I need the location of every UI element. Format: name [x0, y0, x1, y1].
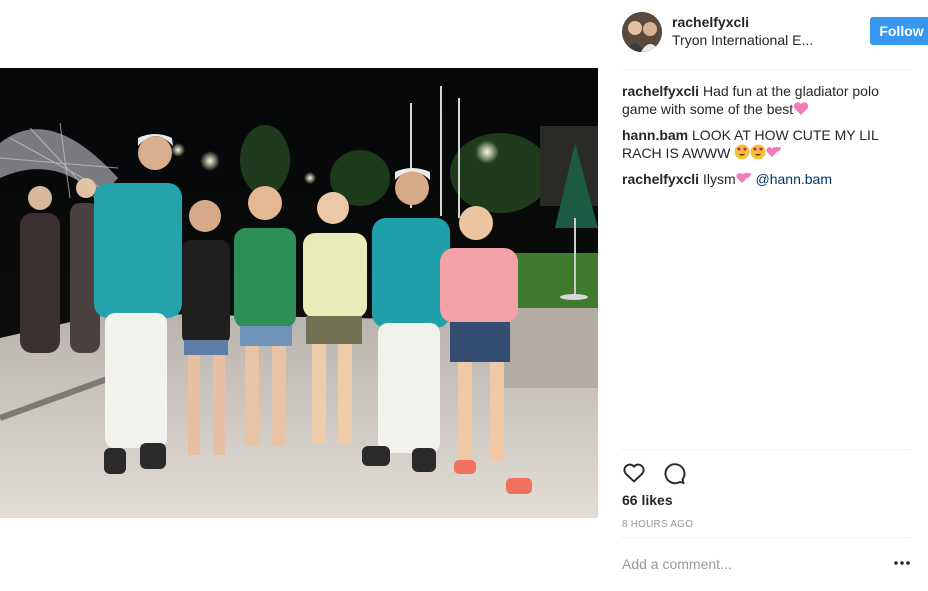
caption: rachelfyxcli Had fun at the gladiator po…	[622, 82, 910, 120]
post-username[interactable]: rachelfyxcli	[672, 14, 749, 30]
post-header: rachelfyxcli Tryon International E... Fo…	[622, 12, 928, 52]
comment-username[interactable]: rachelfyxcli	[622, 83, 699, 99]
actions-divider	[622, 449, 910, 450]
group-photo-illustration	[0, 68, 598, 518]
header-divider	[622, 69, 910, 70]
avatar-image	[622, 12, 662, 52]
comment-divider	[622, 537, 910, 538]
comment-username[interactable]: hann.bam	[622, 127, 688, 143]
comment-text: Ilysm	[702, 171, 736, 187]
heart-eyes-emoji	[734, 144, 750, 164]
heart-icon[interactable]	[622, 461, 646, 485]
comment-item: hann.bam LOOK AT HOW CUTE MY LIL RACH IS…	[622, 126, 910, 164]
pink-heart-emoji	[793, 101, 809, 120]
more-options-icon[interactable]	[893, 558, 911, 568]
post-timestamp[interactable]: 8 HOURS AGO	[622, 519, 693, 530]
avatar[interactable]	[622, 12, 662, 52]
post-photo[interactable]	[0, 68, 598, 518]
comment-item: rachelfyxcli Ilysm @hann.bam	[622, 170, 910, 190]
post-location[interactable]: Tryon International E...	[672, 32, 813, 48]
follow-button[interactable]: Follow	[870, 17, 928, 45]
heart-eyes-emoji	[750, 144, 766, 164]
post-sidebar: rachelfyxcli Tryon International E... Fo…	[598, 0, 928, 591]
two-hearts-emoji	[736, 170, 752, 190]
add-comment-input[interactable]: Add a comment...	[622, 556, 732, 572]
comment-icon[interactable]	[662, 461, 686, 485]
comment-username[interactable]: rachelfyxcli	[622, 171, 699, 187]
mention-link[interactable]: @hann.bam	[756, 171, 832, 187]
likes-count[interactable]: 66 likes	[622, 492, 673, 508]
comments-list: rachelfyxcli Had fun at the gladiator po…	[622, 82, 910, 196]
two-hearts-emoji	[766, 144, 782, 164]
